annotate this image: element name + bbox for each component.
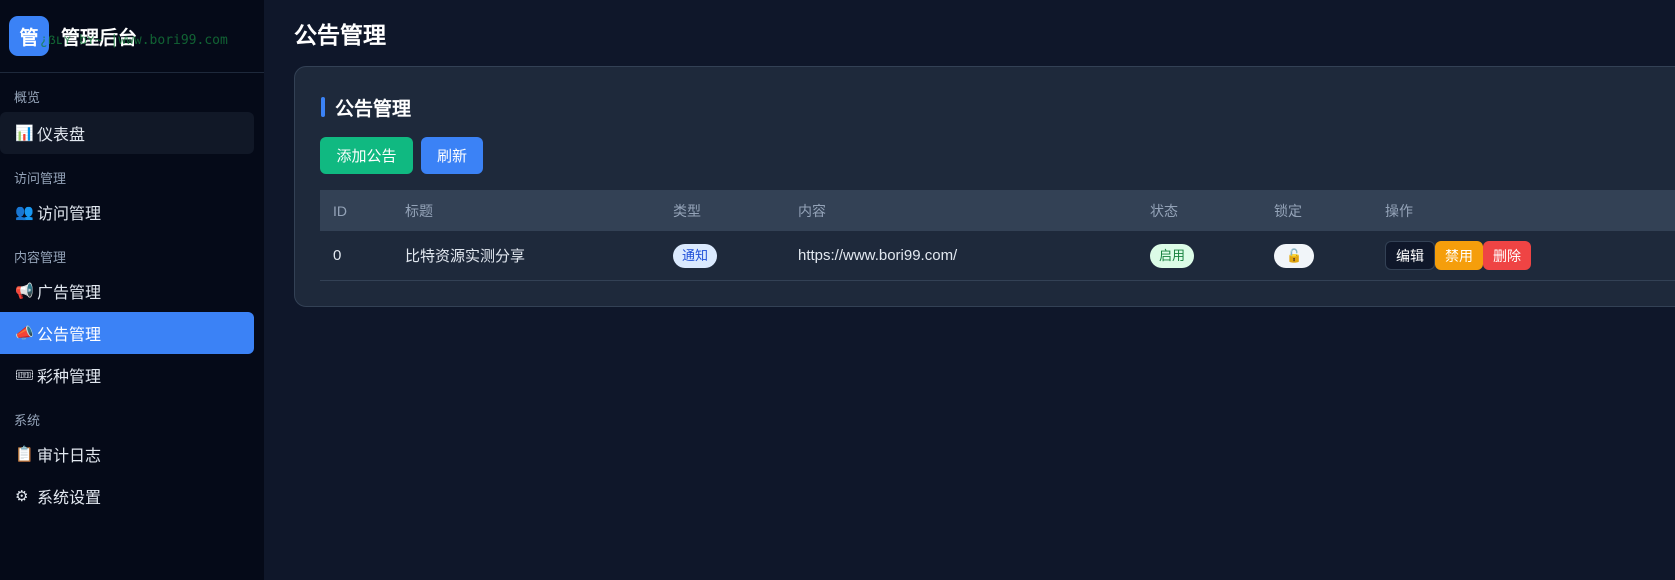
megaphone-icon: 📢 [15,283,34,300]
cell-content: https://www.bori99.com/ [798,247,958,264]
sidebar-item-label: 广告管理 [37,285,102,302]
add-announcement-button[interactable]: 添加公告 [320,137,413,174]
title-accent-bar [321,97,325,117]
cell-actions: 编辑 禁用 删除 [1372,241,1675,270]
clipboard-icon: 📋 [15,446,34,463]
table-header: ID 标题 类型 内容 状态 锁定 操作 [320,190,1675,231]
refresh-button[interactable]: 刷新 [421,137,483,174]
sidebar-item-audit-log[interactable]: 📋 审计日志 [0,433,254,475]
card-title: 公告管理 [321,97,411,120]
cell-type: 通知 [660,243,785,268]
edit-button[interactable]: 编辑 [1385,241,1435,270]
delete-button[interactable]: 删除 [1483,241,1531,270]
announcement-table: ID 标题 类型 内容 状态 锁定 操作 0 比特资源实测分享 通知 https… [320,190,1675,281]
disable-button[interactable]: 禁用 [1435,241,1483,270]
nav-section-access: 访问管理 [14,171,67,186]
sidebar-item-announcements[interactable]: 📣 公告管理 [0,312,254,354]
nav-section-system: 系统 [14,413,41,428]
unlock-icon[interactable]: 🔓 [1274,243,1315,268]
sidebar: 管 管理后台 ¿ẞʟʏ bʏ~ |www.bori99.com 概览 📊 仪表盘… [0,0,264,580]
cell-id: 0 [333,247,342,264]
users-icon: 👥 [15,204,34,221]
nav-section-overview: 概览 [14,90,41,105]
column-header-lock[interactable]: 锁定 [1261,201,1372,221]
column-header-title[interactable]: 标题 [392,201,660,221]
sidebar-item-ads[interactable]: 📢 广告管理 [0,270,254,312]
status-badge: 启用 [1150,243,1195,268]
type-badge: 通知 [673,243,718,268]
sidebar-item-label: 访问管理 [37,206,102,223]
watermark-text: ¿ẞʟʏ bʏ~ |www.bori99.com [40,33,228,48]
column-header-type[interactable]: 类型 [660,201,785,221]
nav-section-content: 内容管理 [14,250,67,265]
main-content: 公告管理 公告管理 添加公告 刷新 ID 标题 类型 内容 状态 锁定 操作 0… [264,0,1675,580]
cell-status: 启用 [1137,243,1261,268]
dashboard-icon: 📊 [15,125,34,142]
column-header-content[interactable]: 内容 [785,201,1137,221]
sidebar-item-label: 仪表盘 [37,127,86,144]
sidebar-item-settings[interactable]: ⚙ 系统设置 [0,475,254,517]
column-header-id[interactable]: ID [320,203,392,219]
cell-lock: 🔓 [1261,243,1372,268]
announcement-card: 公告管理 添加公告 刷新 ID 标题 类型 内容 状态 锁定 操作 0 比特资源… [294,66,1675,307]
announcement-icon: 📣 [15,325,34,342]
column-header-status[interactable]: 状态 [1137,201,1261,221]
sidebar-item-label: 系统设置 [37,490,102,507]
sidebar-item-access[interactable]: 👥 访问管理 [0,191,254,233]
sidebar-item-label: 审计日志 [37,448,102,465]
card-title-text: 公告管理 [335,98,412,120]
lottery-icon: 🎟 [15,367,35,384]
page-title: 公告管理 [294,22,386,48]
sidebar-item-lottery[interactable]: 🎟 彩种管理 [0,354,254,396]
brand-header: 管 管理后台 ¿ẞʟʏ bʏ~ |www.bori99.com [0,0,264,73]
app-root: 管 管理后台 ¿ẞʟʏ bʏ~ |www.bori99.com 概览 📊 仪表盘… [0,0,1675,580]
sidebar-item-dashboard[interactable]: 📊 仪表盘 [0,112,254,154]
column-header-actions: 操作 [1385,202,1413,219]
sidebar-item-label: 彩种管理 [37,369,102,386]
sidebar-item-label: 公告管理 [37,327,102,344]
gear-icon: ⚙ [15,488,29,505]
cell-title: 比特资源实测分享 [405,248,526,265]
table-row: 0 比特资源实测分享 通知 https://www.bori99.com/ 启用… [320,231,1675,281]
